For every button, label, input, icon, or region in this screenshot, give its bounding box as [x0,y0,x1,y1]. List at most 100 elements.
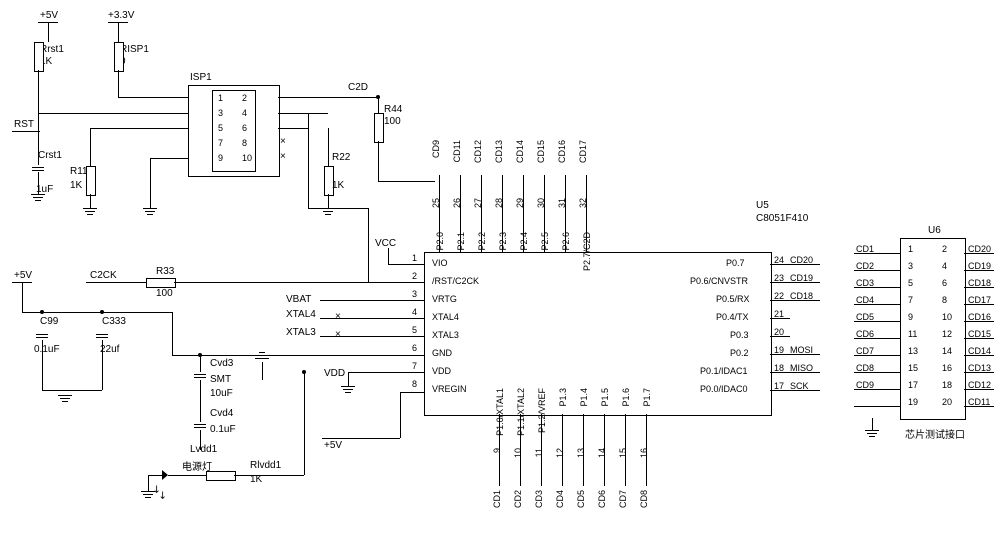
wire [148,475,149,491]
u6-rnet-2: CD18 [968,278,991,288]
wire [770,354,820,355]
u5-bot-7: P1.7 [642,388,652,407]
u6-rnet-0: CD20 [968,244,991,254]
wire [378,97,379,113]
v5-left-label: +5V [14,270,32,281]
wire [38,113,188,114]
wire [174,282,424,283]
u5-bpin-7: 16 [639,448,649,458]
wire [583,414,584,486]
wire [102,340,103,390]
c99-cap [36,332,48,340]
c333-name: C333 [102,316,126,327]
cvd4-value: 0.1uF [210,424,236,435]
r22-name: R22 [332,152,350,163]
wire [348,372,349,386]
u5-right-1: P0.6/CNVSTR [690,276,748,286]
nc-x-icon: × [335,329,341,340]
wire [770,300,820,301]
gnd-symbol [31,194,45,201]
u5-right-3: P0.4/TX [716,312,749,322]
r33-value: 100 [156,288,173,299]
wire [22,282,23,312]
wire [854,304,900,305]
node-icon [376,95,380,99]
isp1-label: ISP1 [190,72,212,83]
u6-lpin-8: 17 [908,380,918,390]
wire [388,248,389,264]
u5-bot-5: P1.5 [600,388,610,407]
wire [770,390,820,391]
u6-rpin-2: 6 [942,278,947,288]
wire [854,406,900,407]
wire [38,143,39,165]
cvd3-value: 10uF [210,388,233,399]
u6-rpin-9: 20 [942,397,952,407]
wire [118,70,119,97]
u5-right-0: P0.7 [726,258,745,268]
u5-tnet-6: CD11 [452,140,462,162]
wire [562,414,563,486]
u5-tnet-1: CD16 [557,140,567,163]
wire [854,372,900,373]
u5-lpin-1: 1 [412,253,417,263]
wire [378,141,379,181]
u6-rpin-1: 4 [942,261,947,271]
gnd-symbol [255,352,269,359]
c99-value: 0.1uF [34,344,60,355]
wire [854,355,900,356]
u5-lpin-4: 4 [412,307,417,317]
u5-tnet-4: CD13 [494,140,504,163]
gnd-symbol [341,386,355,393]
wire [520,414,521,486]
u5-bnet-2: CD3 [534,490,544,508]
u5-top-1: P2.6 [561,232,571,251]
u5-lpin-2: 2 [412,271,417,281]
xtal3-label: XTAL3 [286,327,316,338]
wire [544,175,545,252]
u5-bnet-7: CD8 [639,490,649,508]
wire [854,321,900,322]
u5-bot-2: P1.2/VREF [537,388,547,433]
r44-value: 100 [384,116,401,127]
gnd-symbol [58,395,72,402]
vcc-label: VCC [375,238,396,249]
wire [586,175,587,252]
r22-value: 1K [332,180,344,191]
wire [854,253,900,254]
wire [854,338,900,339]
wire [625,414,626,486]
u5-bot-3: P1.3 [558,388,568,407]
u5-lpin-5: 5 [412,325,417,335]
v5-bottom-label: +5V [324,440,342,451]
wire [38,172,39,194]
u5-bpin-6: 15 [618,448,628,458]
node-icon [302,370,306,374]
u6-rpin-3: 8 [942,295,947,305]
wire [854,389,900,390]
u5-left-1: /RST/C2CK [432,276,479,286]
wire [12,131,40,132]
xtal4-label: XTAL4 [286,309,316,320]
u6-lpin-1: 3 [908,261,913,271]
wire [90,128,188,129]
u5-lpin-6: 6 [412,343,417,353]
u5-bpin-5: 14 [597,448,607,458]
wire [388,264,424,265]
gnd-symbol [865,430,879,437]
u5-bpin-1: 10 [513,448,523,458]
u5-left-0: VIO [432,258,448,268]
u5-right-4: P0.3 [730,330,749,340]
u5-bnet-0: CD1 [492,490,502,508]
wire [481,175,482,252]
cvd4-name: Cvd4 [210,408,233,419]
u5-ref: U5 [756,200,769,211]
gnd-symbol [83,208,97,215]
u5-left-7: VREGIN [432,384,467,394]
isp-pin-4: 4 [242,108,247,118]
u5-bot-1: P1.1/XTAL2 [516,388,526,436]
u6-caption: 芯片测试接口 [905,426,965,441]
u5-tnet-5: CD12 [473,140,483,163]
cvd3-name: Cvd3 [210,358,233,369]
r44-name: R44 [384,104,402,115]
